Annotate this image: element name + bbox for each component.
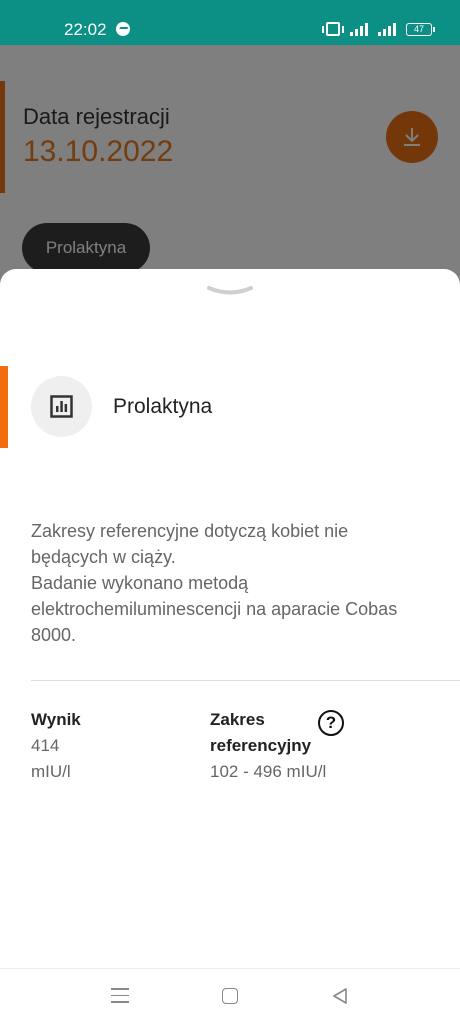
sheet-handle-icon[interactable]	[207, 285, 253, 297]
divider	[31, 680, 460, 681]
reference-label-line2: referencyjny	[210, 736, 312, 755]
status-icons: 47	[322, 22, 435, 36]
result-unit: mIU/l	[31, 762, 71, 781]
messenger-icon	[116, 22, 130, 36]
navigation-bar	[0, 968, 460, 1024]
description-line: będących w ciąży.	[31, 547, 176, 567]
home-icon[interactable]	[222, 988, 238, 1004]
description-line: Zakresy referencyjne dotyczą kobiet nie	[31, 521, 349, 541]
sheet-accent-bar	[0, 366, 8, 448]
test-description: Zakresy referencyjne dotyczą kobiet nie …	[31, 518, 441, 648]
back-icon[interactable]	[331, 987, 349, 1005]
description-line: elektrochemiluminescencji na aparacie Co…	[31, 599, 398, 619]
bar-chart-icon	[50, 395, 73, 418]
bottom-sheet: Prolaktyna Zakresy referencyjne dotyczą …	[0, 269, 460, 1024]
reference-value: 102 - 496 mIU/l	[210, 762, 327, 781]
status-bar: 22:02 47	[0, 0, 460, 45]
result-value: 414	[31, 736, 60, 755]
signal-icon	[350, 22, 368, 36]
result-label: Wynik	[31, 710, 81, 729]
description-line: 8000.	[31, 625, 77, 645]
status-time: 22:02	[64, 20, 107, 39]
test-title: Prolaktyna	[113, 395, 213, 418]
help-icon[interactable]: ?	[318, 710, 344, 736]
reference-label-line1: Zakres	[210, 710, 265, 729]
description-line: Badanie wykonano metodą	[31, 573, 249, 593]
signal-icon-2	[378, 22, 396, 36]
menu-icon[interactable]	[111, 988, 129, 1004]
test-icon-circle	[31, 376, 92, 437]
vibrate-icon	[322, 22, 344, 36]
battery-icon: 47	[406, 22, 435, 36]
